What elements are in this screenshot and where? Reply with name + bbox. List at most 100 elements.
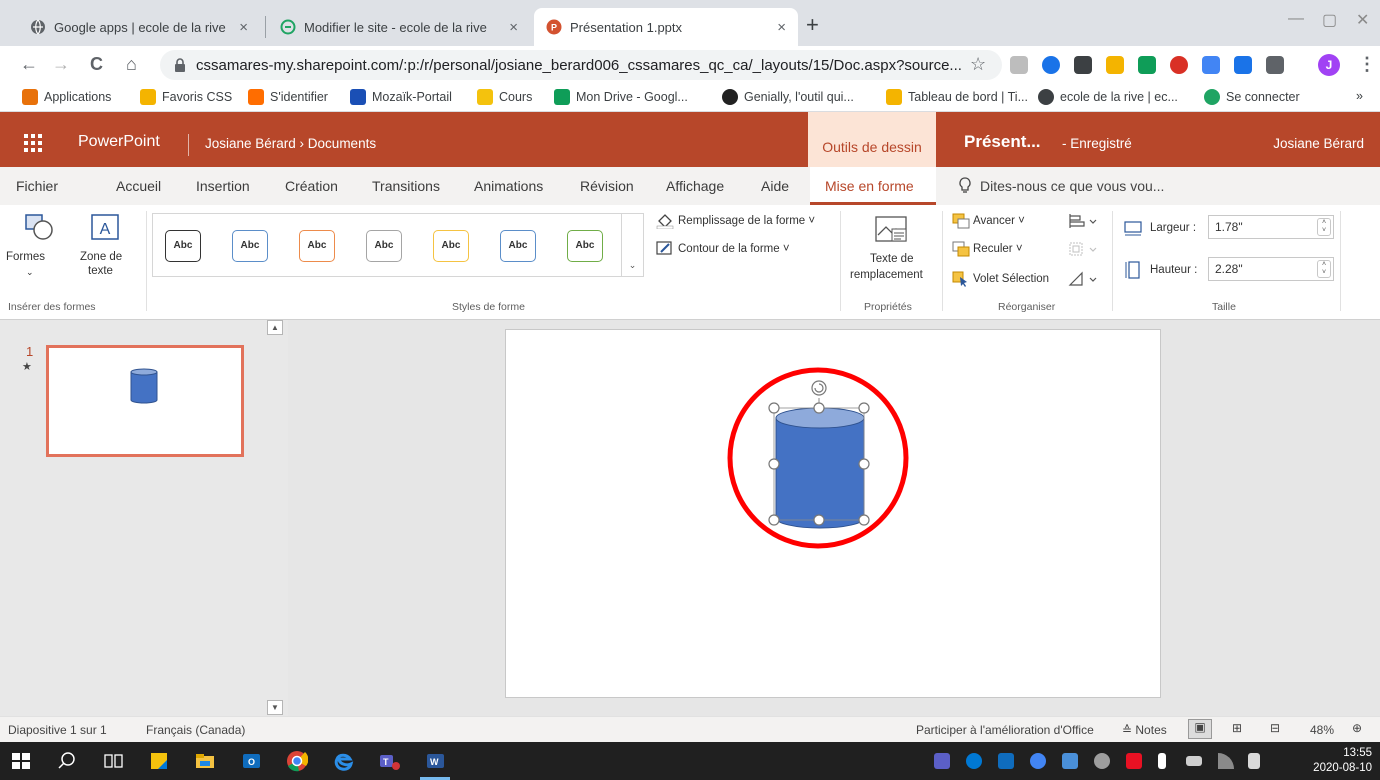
profile-avatar[interactable]: J	[1318, 54, 1340, 76]
slide-thumbnail[interactable]	[46, 345, 244, 457]
app-tray-icon[interactable]	[1062, 753, 1078, 769]
shape-outline-button[interactable]: Contour de la forme ˅	[656, 241, 790, 257]
scroll-up-arrow-icon[interactable]: ▲	[267, 320, 283, 335]
selection-pane-button[interactable]: Volet Sélection	[952, 271, 1049, 287]
bookmark-star-icon[interactable]: ☆	[970, 54, 986, 74]
alt-text-button[interactable]: Texte de remplacement	[846, 211, 938, 291]
slide-canvas[interactable]	[505, 329, 1161, 698]
app-name[interactable]: PowerPoint	[78, 133, 160, 151]
textbox-button[interactable]: A Zone de texte	[80, 211, 144, 291]
battery-icon[interactable]	[1186, 756, 1202, 766]
close-tab-icon[interactable]: ×	[777, 19, 786, 36]
shapes-button[interactable]: Formes ⌄	[6, 211, 70, 291]
back-arrow-icon[interactable]: ←	[20, 54, 38, 74]
reading-view-icon[interactable]: ⊟	[1270, 721, 1280, 735]
edge-icon[interactable]	[332, 750, 354, 772]
normal-view-icon[interactable]: ▣	[1188, 719, 1212, 739]
bookmark-genially[interactable]: Genially, l'outil qui...	[722, 89, 854, 105]
browser-menu-icon[interactable]: ⋮	[1358, 54, 1376, 74]
feedback-link[interactable]: Participer à l'amélioration d'Office	[916, 723, 1094, 737]
shape-style-2[interactable]: Abc	[232, 230, 268, 262]
shape-style-1[interactable]: Abc	[165, 230, 201, 262]
hand-extension-icon[interactable]	[1106, 56, 1124, 74]
windows-start-icon[interactable]	[10, 750, 32, 772]
browser-tab-modifier-site[interactable]: Modifier le site - ecole de la rive ×	[268, 8, 530, 46]
adblock-icon[interactable]	[1170, 56, 1188, 74]
bookmark-ecole-de-la-rive[interactable]: ecole de la rive | ec...	[1038, 89, 1178, 105]
task-view-icon[interactable]	[102, 750, 124, 772]
group-icon[interactable]	[1068, 241, 1098, 257]
height-input[interactable]: 2.28" ˄ ˅	[1208, 257, 1334, 281]
puzzle-icon[interactable]	[1266, 56, 1284, 74]
minimize-icon[interactable]: —	[1288, 10, 1304, 28]
shape-style-5[interactable]: Abc	[433, 230, 469, 262]
usb-tray-icon[interactable]	[1158, 753, 1166, 769]
bookmark-applications[interactable]: Applications	[22, 89, 111, 105]
chrome-icon[interactable]	[286, 750, 308, 772]
bookmark-sidentifier[interactable]: S'identifier	[248, 89, 328, 105]
extension-icon[interactable]	[1010, 56, 1028, 74]
rotate-icon[interactable]	[1068, 271, 1098, 287]
app-launcher-icon[interactable]	[24, 134, 42, 152]
chrome-tray-icon[interactable]	[1030, 753, 1046, 769]
more-bookmarks[interactable]: »	[1356, 89, 1363, 103]
system-clock[interactable]: 13:55 2020-08-10	[1313, 746, 1372, 776]
width-input[interactable]: 1.78" ˄ ˅	[1208, 215, 1334, 239]
address-bar[interactable]: cssamares-my.sharepoint.com/:p:/r/person…	[160, 50, 1002, 80]
bookmark-mon-drive[interactable]: Mon Drive - Googl...	[554, 89, 688, 105]
new-tab-button[interactable]: +	[806, 14, 819, 36]
document-title[interactable]: Présent...	[964, 132, 1041, 152]
antivirus-tray-icon[interactable]	[1126, 753, 1142, 769]
zoom-level[interactable]: 48%	[1310, 723, 1334, 737]
wifi-icon[interactable]	[1218, 753, 1234, 769]
drive-extension-icon[interactable]	[1138, 56, 1156, 74]
width-spinner[interactable]: ˄ ˅	[1317, 218, 1331, 236]
grid-extension-icon[interactable]	[1074, 56, 1092, 74]
close-tab-icon[interactable]: ×	[509, 19, 518, 36]
tab-aide[interactable]: Aide	[761, 178, 789, 194]
tab-insertion[interactable]: Insertion	[196, 178, 250, 194]
extension-icon[interactable]	[1234, 56, 1252, 74]
outlook-tray-icon[interactable]	[998, 753, 1014, 769]
height-spinner[interactable]: ˄ ˅	[1317, 260, 1331, 278]
translate-extension-icon[interactable]	[1202, 56, 1220, 74]
bookmark-cours[interactable]: Cours	[477, 89, 532, 105]
maximize-icon[interactable]: ▢	[1322, 10, 1337, 30]
align-icon[interactable]	[1068, 213, 1098, 229]
tab-accueil[interactable]: Accueil	[116, 178, 161, 194]
tab-transitions[interactable]: Transitions	[372, 178, 440, 194]
slide-sorter-icon[interactable]: ⊞	[1232, 721, 1242, 735]
bookmark-mozaik[interactable]: Mozaïk-Portail	[350, 89, 452, 105]
tab-mise-en-forme[interactable]: Mise en forme	[825, 178, 914, 194]
volume-icon[interactable]	[1248, 753, 1260, 769]
reload-icon[interactable]: C	[90, 54, 103, 74]
bring-forward-button[interactable]: Avancer ˅	[952, 213, 1025, 229]
tab-revision[interactable]: Révision	[580, 178, 634, 194]
browser-tab-google-apps[interactable]: Google apps | ecole de la rive ×	[18, 8, 260, 46]
tab-affichage[interactable]: Affichage	[666, 178, 724, 194]
file-explorer-icon[interactable]	[194, 750, 216, 772]
outlook-icon[interactable]: O	[240, 750, 262, 772]
tab-fichier[interactable]: Fichier	[16, 178, 58, 194]
close-window-icon[interactable]: ✕	[1356, 10, 1369, 30]
bookmark-tableau-de-bord[interactable]: Tableau de bord | Ti...	[886, 89, 1028, 105]
scroll-down-arrow-icon[interactable]: ▼	[267, 700, 283, 715]
tab-animations[interactable]: Animations	[474, 178, 543, 194]
close-tab-icon[interactable]: ×	[239, 19, 248, 36]
search-icon[interactable]	[56, 750, 78, 772]
word-icon[interactable]: W	[424, 750, 446, 772]
onedrive-icon[interactable]	[966, 753, 982, 769]
tab-creation[interactable]: Création	[285, 178, 338, 194]
forward-arrow-icon[interactable]: →	[52, 54, 70, 74]
thumbnail-scrollbar[interactable]: ▲ ▼	[267, 320, 285, 716]
fit-to-window-icon[interactable]: ⊕	[1352, 721, 1362, 735]
extension-icon[interactable]	[1042, 56, 1060, 74]
shape-style-6[interactable]: Abc	[500, 230, 536, 262]
network-tray-icon[interactable]	[1094, 753, 1110, 769]
send-backward-button[interactable]: Reculer ˅	[952, 241, 1023, 257]
user-name[interactable]: Josiane Bérard	[1273, 136, 1364, 151]
notes-button[interactable]: ≙ Notes	[1122, 723, 1167, 737]
teams-icon[interactable]: T	[378, 750, 400, 772]
shape-style-7[interactable]: Abc	[567, 230, 603, 262]
gallery-expand-button[interactable]: ⌄	[621, 214, 643, 276]
